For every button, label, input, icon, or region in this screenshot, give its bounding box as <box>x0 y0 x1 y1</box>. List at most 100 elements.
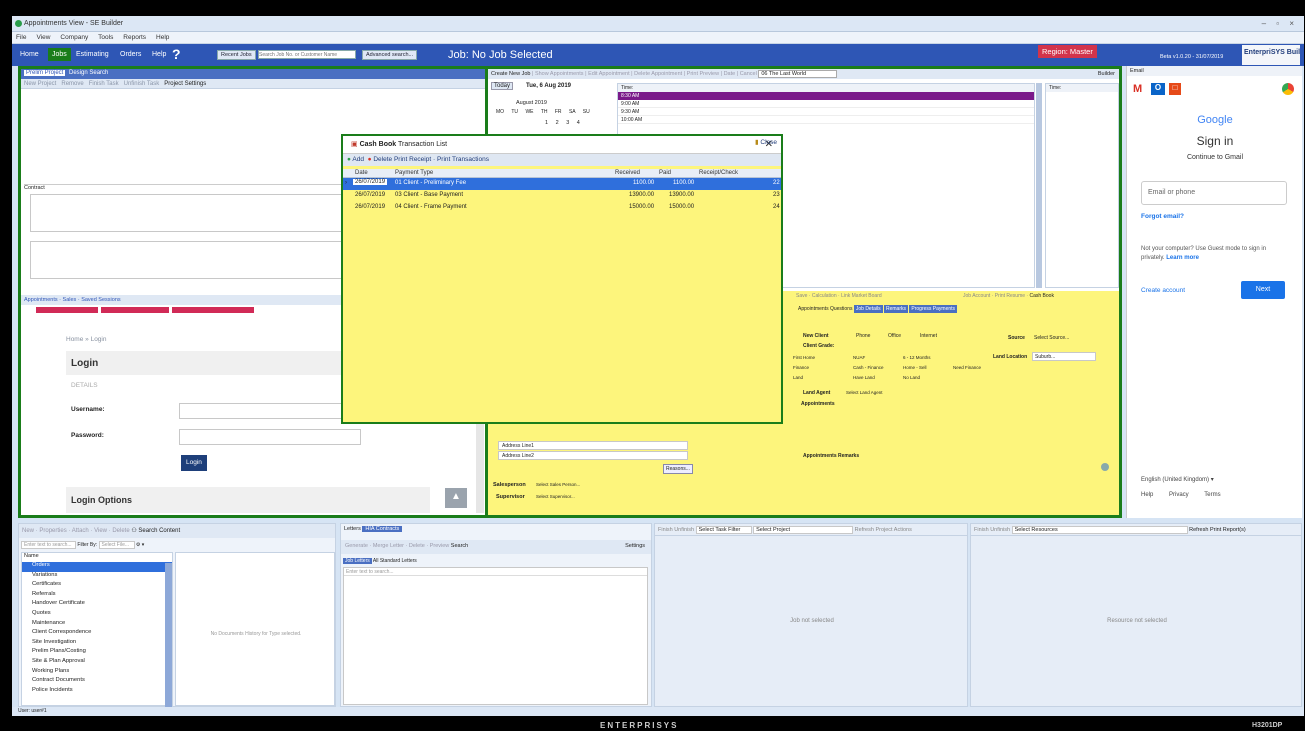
tab-progress-payments[interactable]: Progress Payments <box>909 305 958 313</box>
tree-item[interactable]: Prelim Plans/Costing <box>22 648 172 658</box>
settings-icon[interactable]: ⚙ ▾ <box>136 542 144 548</box>
link-market-board[interactable]: Link Market Board <box>841 293 882 299</box>
delete-doc-button[interactable]: Delete <box>112 528 129 534</box>
resource-refresh-button[interactable]: Refresh <box>1189 527 1208 533</box>
source-select[interactable]: Select Source... <box>1034 335 1069 341</box>
unfinish-task-button[interactable]: Unfinish Task <box>124 81 160 87</box>
terms-link[interactable]: Terms <box>1204 492 1220 498</box>
help-icon[interactable]: ? <box>172 46 181 62</box>
calendar-select[interactable]: 06 The Last World <box>758 70 838 78</box>
merge-letter-button[interactable]: Merge Letter <box>373 543 404 549</box>
tab-orders[interactable]: Orders <box>120 51 141 58</box>
language-select[interactable]: English (United Kingdom) ▾ <box>1141 476 1214 483</box>
task-refresh-button[interactable]: Refresh <box>855 527 874 533</box>
menu-tools[interactable]: Tools <box>94 32 117 43</box>
tree-item[interactable]: Handover Certificate <box>22 600 172 610</box>
print-preview-button[interactable]: Print Preview <box>687 71 719 77</box>
cancel-button[interactable]: Cancel <box>740 71 757 77</box>
menu-company[interactable]: Company <box>56 32 92 43</box>
time-slot[interactable]: 10:00 AM <box>618 116 1034 124</box>
tree-item-orders[interactable]: Orders <box>22 562 172 572</box>
tree-scrollbar[interactable] <box>165 563 172 707</box>
generate-button[interactable]: Generate <box>345 543 368 549</box>
office-icon[interactable]: □ <box>1169 83 1181 95</box>
recent-jobs-button[interactable]: Recent Jobs <box>217 50 256 60</box>
col-payment-type[interactable]: Payment Type <box>395 170 433 176</box>
tree-item[interactable]: Client Correspondence <box>22 629 172 639</box>
privacy-link[interactable]: Privacy <box>1169 492 1189 498</box>
tree-item[interactable]: Site Investigation <box>22 639 172 649</box>
tab-prelim-project[interactable]: Prelim Project <box>24 70 66 76</box>
tab-appointments-questions[interactable]: Appointments Questions <box>798 306 852 312</box>
menu-help[interactable]: Help <box>152 32 173 43</box>
address-line2[interactable]: Address Line2 <box>498 451 688 460</box>
tab-letters[interactable]: Letters <box>344 526 361 532</box>
tab-saved-sessions[interactable]: Saved Sessions <box>81 297 120 303</box>
tab-jobs[interactable]: Jobs <box>48 48 71 61</box>
view-button[interactable]: View <box>94 528 107 534</box>
new-doc-button[interactable]: New <box>22 528 34 534</box>
attach-button[interactable]: Attach <box>72 528 89 534</box>
tab-home[interactable]: Home <box>20 51 39 58</box>
day-row[interactable]: 1 2 3 4 <box>545 120 580 126</box>
dialog-close-button[interactable]: ▮ Close <box>755 138 777 146</box>
calculation-link[interactable]: Calculation <box>812 293 837 299</box>
login-options[interactable]: Login Options <box>66 487 430 513</box>
create-new-job-button[interactable]: Create New Job <box>491 71 530 77</box>
letters-search-button[interactable]: Search <box>451 543 468 549</box>
scroll-top-icon[interactable]: ▲ <box>445 488 467 508</box>
tab-appointments[interactable]: Appointments <box>24 297 58 303</box>
supervisor-select[interactable]: Select Supervisor... <box>536 494 575 499</box>
tree-item[interactable]: Police Incidents <box>22 687 172 697</box>
salesperson-select[interactable]: Select Sales Person... <box>536 482 580 487</box>
job-account-link[interactable]: Job Account <box>963 293 990 299</box>
internet-option[interactable]: Internet <box>920 333 937 339</box>
letters-search-input[interactable]: Enter text to search... <box>344 568 647 576</box>
password-input[interactable] <box>179 429 361 445</box>
project-settings-button[interactable]: Project Settings <box>164 81 206 87</box>
finish-task-button[interactable]: Finish Task <box>89 81 119 87</box>
search-content-button[interactable]: Search Content <box>138 528 180 534</box>
add-button[interactable]: Add <box>352 156 364 163</box>
print-receipt-button[interactable]: Print Receipt <box>394 156 431 163</box>
table-row[interactable]: 26/07/2019 03 Client - Base Payment 1390… <box>343 190 781 202</box>
suburb-input[interactable]: Suburb... <box>1032 352 1096 361</box>
col-receipt[interactable]: Receipt/Check <box>699 170 738 176</box>
learn-more-link[interactable]: Learn more <box>1166 255 1199 261</box>
resources-select[interactable]: Select Resources <box>1011 526 1188 534</box>
remove-button[interactable]: Remove <box>61 81 83 87</box>
print-transactions-button[interactable]: Print Transactions <box>437 156 489 163</box>
print-resume-link[interactable]: Print Resume <box>995 293 1025 299</box>
letters-settings-button[interactable]: Settings <box>625 543 645 549</box>
tree-item[interactable]: Variations <box>22 572 172 582</box>
col-date[interactable]: Date <box>355 170 368 176</box>
tab-help[interactable]: Help <box>152 51 166 58</box>
tab-design-search[interactable]: Design Search <box>67 70 110 76</box>
col-received[interactable]: Received <box>615 170 640 176</box>
menu-file[interactable]: File <box>12 32 30 43</box>
cash-book-link[interactable]: Cash Book <box>1029 293 1053 299</box>
forgot-email-link[interactable]: Forgot email? <box>1141 213 1184 220</box>
tab-hia-contracts[interactable]: HIA Contracts <box>362 526 403 532</box>
help-link[interactable]: Help <box>1141 492 1153 498</box>
land-agent-select[interactable]: Select Land Agent <box>846 390 883 395</box>
table-row[interactable]: › 26/07/2019 01 Client - Preliminary Fee… <box>343 178 781 190</box>
new-project-button[interactable]: New Project <box>24 81 56 87</box>
tree-item[interactable]: Maintenance <box>22 620 172 630</box>
delete-button[interactable]: Delete <box>373 156 392 163</box>
tab-job-details[interactable]: Job Details <box>853 305 883 313</box>
cell-date[interactable]: 26/07/2019 <box>353 179 388 185</box>
job-search-input[interactable] <box>258 50 356 59</box>
show-appointments-button[interactable]: Show Appointments <box>535 71 584 77</box>
task-filter-select[interactable]: Select Task Filter <box>695 526 752 534</box>
tree-item[interactable]: Certificates <box>22 581 172 591</box>
office-option[interactable]: Office <box>888 333 901 339</box>
time-slot-selected[interactable]: 8:30 AM <box>618 92 1034 100</box>
add-remark-icon[interactable] <box>1101 463 1109 471</box>
table-row[interactable]: 26/07/2019 04 Client - Frame Payment 150… <box>343 202 781 214</box>
login-button[interactable]: Login <box>181 455 207 471</box>
tab-all-standard-letters[interactable]: All Standard Letters <box>373 558 417 564</box>
chrome-icon[interactable] <box>1282 83 1294 95</box>
task-finish-button[interactable]: Finish <box>658 527 673 533</box>
save-link[interactable]: Save <box>796 293 807 299</box>
